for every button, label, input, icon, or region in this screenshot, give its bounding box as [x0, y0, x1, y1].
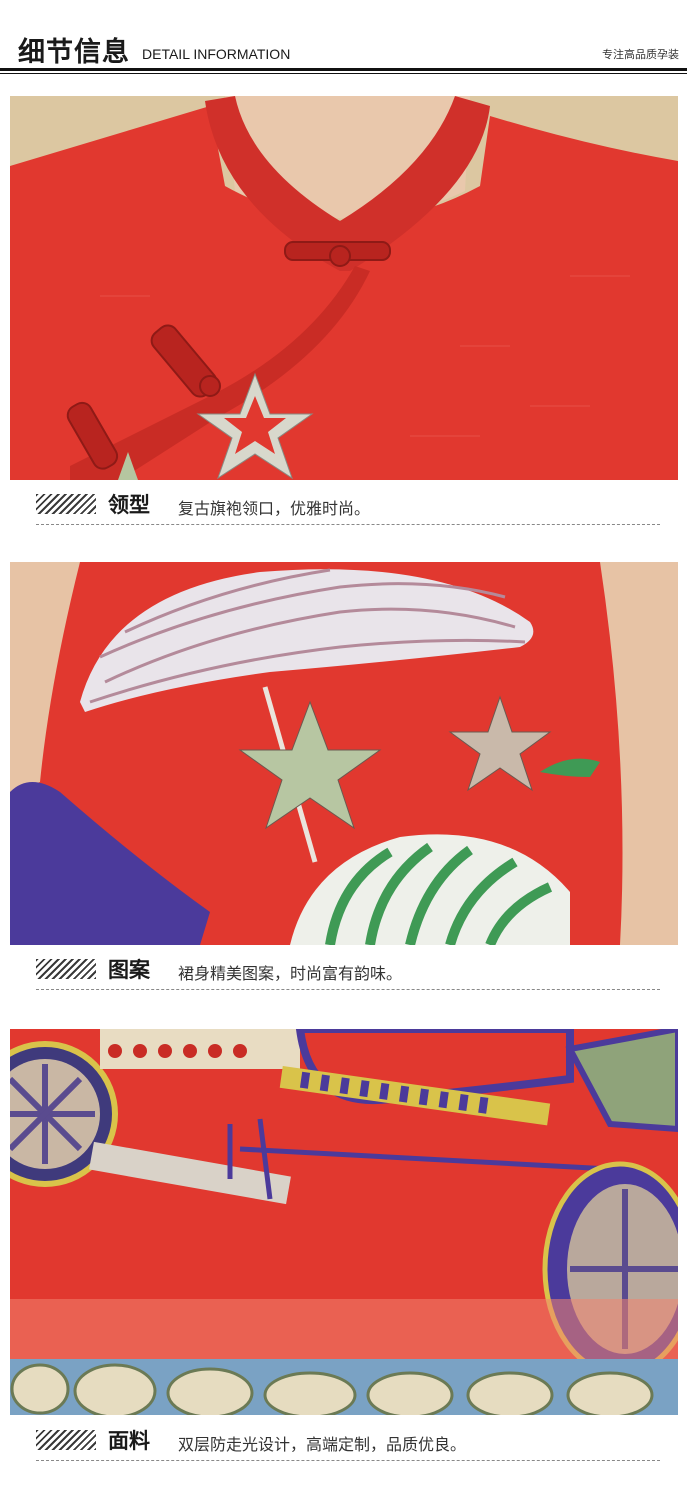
header-title-en: DETAIL INFORMATION: [142, 46, 291, 62]
caption-dashed-rule: [36, 1460, 660, 1461]
section-title: 领型: [108, 493, 150, 517]
section-description: 复古旗袍领口，优雅时尚。: [178, 499, 371, 518]
detail-header: 细节信息 DETAIL INFORMATION 专注高品质孕装: [0, 0, 687, 80]
header-tagline: 专注高品质孕装: [602, 48, 679, 61]
fabric-detail-photo: [10, 1029, 678, 1415]
caption-dashed-rule: [36, 989, 660, 990]
hatch-decoration-icon: [36, 959, 96, 979]
section-description: 裙身精美图案，时尚富有韵味。: [178, 964, 403, 983]
section-caption-collar: 领型 复古旗袍领口，优雅时尚。: [36, 484, 660, 525]
section-caption-fabric: 面料 双层防走光设计，高端定制，品质优良。: [36, 1420, 660, 1461]
section-title: 面料: [108, 1429, 150, 1453]
collar-detail-photo: [10, 96, 678, 480]
hatch-decoration-icon: [36, 1430, 96, 1450]
caption-dashed-rule: [36, 524, 660, 525]
header-divider-thin: [0, 73, 687, 74]
section-title: 图案: [108, 958, 150, 982]
section-description: 双层防走光设计，高端定制，品质优良。: [178, 1435, 467, 1454]
header-title-cn: 细节信息: [18, 37, 130, 68]
section-caption-pattern: 图案 裙身精美图案，时尚富有韵味。: [36, 949, 660, 990]
pattern-detail-photo: [10, 562, 678, 945]
header-divider-thick: [0, 68, 687, 71]
hatch-decoration-icon: [36, 494, 96, 514]
